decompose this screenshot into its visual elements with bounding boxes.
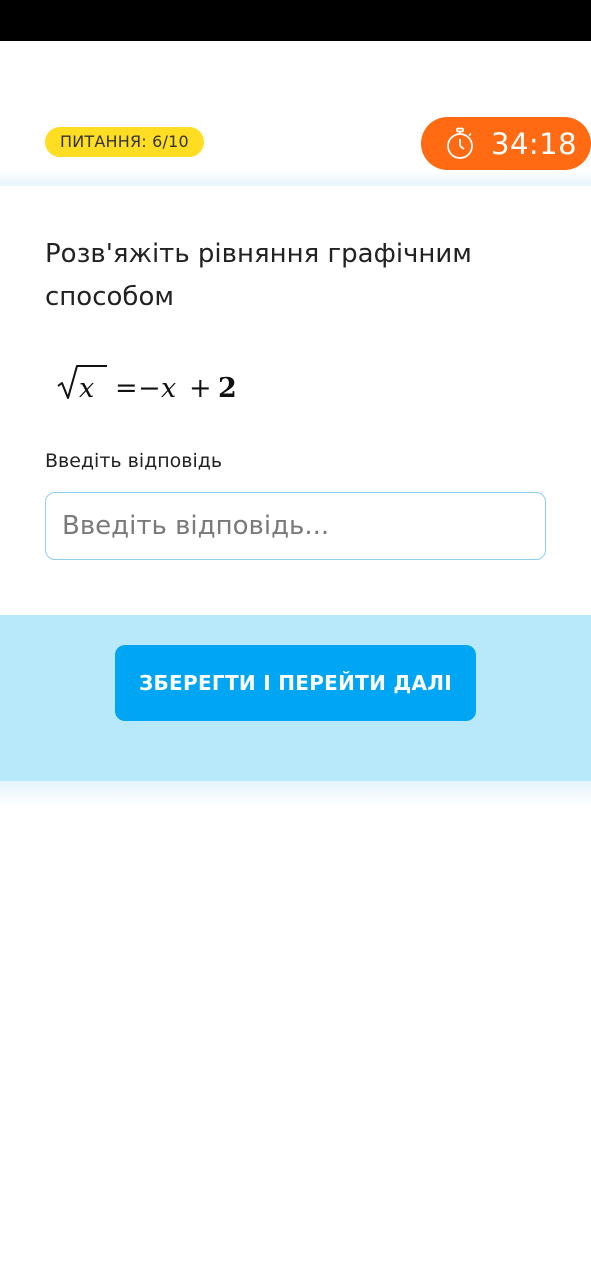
timer-value: 34:18 xyxy=(491,126,578,161)
save-and-next-button[interactable]: ЗБЕРЕГТИ І ПЕРЕЙТИ ДАЛІ xyxy=(115,645,476,721)
question-counter-badge: ПИТАННЯ: 6/10 xyxy=(45,127,204,157)
formula-radicand: x xyxy=(79,373,94,404)
formula-minus: − xyxy=(138,373,161,404)
status-bar xyxy=(0,0,591,41)
question-text: Розв'яжіть рівняння графічним способом xyxy=(45,239,472,312)
formula-variable: x xyxy=(161,373,176,404)
formula-constant: 2 xyxy=(218,373,237,404)
footer-shadow xyxy=(0,781,591,807)
timer: 34:18 xyxy=(421,117,591,170)
stopwatch-icon xyxy=(447,127,473,159)
equation-image: x = − x + 2 xyxy=(57,365,237,404)
formula-plus: + xyxy=(189,373,212,404)
formula-equals: = xyxy=(115,373,138,404)
answer-input[interactable] xyxy=(45,492,546,560)
answer-label: Введіть відповідь xyxy=(45,450,223,472)
